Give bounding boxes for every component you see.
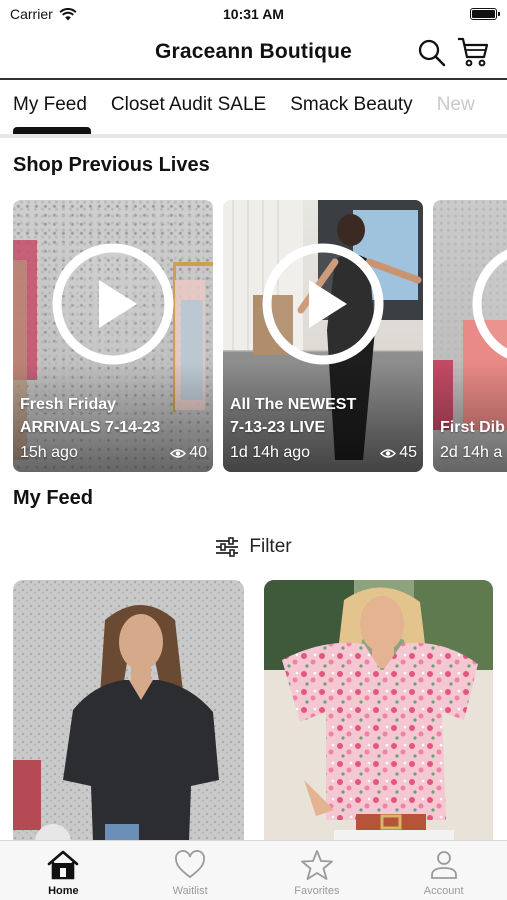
product-card[interactable] xyxy=(13,580,244,842)
nav-label: Account xyxy=(423,885,464,897)
status-time: 10:31 AM xyxy=(223,6,284,22)
person-icon xyxy=(430,851,457,879)
selected-tab-indicator xyxy=(13,127,91,134)
eye-icon xyxy=(170,448,187,458)
tab-my-feed[interactable]: My Feed xyxy=(13,94,87,116)
status-bar: Carrier 10:31 AM xyxy=(0,0,507,30)
nav-account[interactable]: Account xyxy=(380,841,507,900)
product-image xyxy=(264,580,493,842)
tab-new[interactable]: New xyxy=(437,94,475,116)
live-title-line2: ARRIVALS 7-14-23 xyxy=(20,419,161,436)
nav-label: Home xyxy=(48,885,79,897)
app-header: Graceann Boutique xyxy=(0,30,507,80)
live-caption: Fresh Friday ARRIVALS 7-14-23 xyxy=(20,393,160,439)
filter-label: Filter xyxy=(249,536,292,557)
nav-label: Favorites xyxy=(294,885,340,897)
live-time-ago: 1d 14h ago xyxy=(230,444,311,461)
eye-icon xyxy=(380,448,397,458)
live-title-line1 xyxy=(440,393,505,416)
tab-smack-beauty[interactable]: Smack Beauty xyxy=(290,94,413,116)
previous-lives-title: Shop Previous Lives xyxy=(13,154,210,176)
cart-icon[interactable] xyxy=(456,36,490,68)
search-icon[interactable] xyxy=(417,38,447,68)
filter-button[interactable]: Filter xyxy=(0,532,507,562)
tabs-divider xyxy=(0,134,507,138)
live-time-ago: 2d 14h a xyxy=(440,444,503,461)
live-card[interactable]: All The NEWEST 7-13-23 LIVE 1d 14h ago 4… xyxy=(223,200,423,472)
live-time-ago: 15h ago xyxy=(20,444,78,461)
star-icon xyxy=(300,850,333,880)
play-icon[interactable] xyxy=(471,242,507,366)
live-views: 45 xyxy=(380,444,417,462)
sliders-icon xyxy=(216,537,239,557)
live-title-line2: First Dib xyxy=(440,419,505,436)
my-feed-title: My Feed xyxy=(13,487,94,509)
live-caption: First Dib xyxy=(440,393,505,439)
live-caption: All The NEWEST 7-13-23 LIVE xyxy=(230,393,356,439)
nav-waitlist[interactable]: Waitlist xyxy=(127,841,254,900)
nav-favorites[interactable]: Favorites xyxy=(254,841,381,900)
battery-icon xyxy=(470,8,500,20)
product-card[interactable] xyxy=(264,580,493,842)
nav-home[interactable]: Home xyxy=(0,841,127,900)
live-title-line2: 7-13-23 LIVE xyxy=(230,419,326,436)
heart-icon xyxy=(175,850,206,879)
live-title-line1: All The NEWEST xyxy=(230,396,357,413)
play-icon[interactable] xyxy=(261,242,385,366)
bottom-tab-bar: Home Waitlist Favorites Account xyxy=(0,840,507,900)
tab-closet-audit-sale[interactable]: Closet Audit SALE xyxy=(111,94,266,116)
live-card[interactable]: First Dib 2d 14h a xyxy=(433,200,507,472)
home-icon xyxy=(48,850,79,880)
previous-lives-carousel[interactable]: Fresh Friday ARRIVALS 7-14-23 15h ago 40 xyxy=(13,200,507,472)
product-image xyxy=(13,580,244,842)
live-title-line1: Fresh Friday xyxy=(20,396,117,413)
view-count: 45 xyxy=(399,444,417,461)
live-views: 40 xyxy=(170,444,207,462)
view-count: 40 xyxy=(189,444,207,461)
category-tabs: My Feed Closet Audit SALE Smack Beauty N… xyxy=(0,82,507,138)
live-card[interactable]: Fresh Friday ARRIVALS 7-14-23 15h ago 40 xyxy=(13,200,213,472)
nav-label: Waitlist xyxy=(172,885,208,897)
play-icon[interactable] xyxy=(51,242,175,366)
